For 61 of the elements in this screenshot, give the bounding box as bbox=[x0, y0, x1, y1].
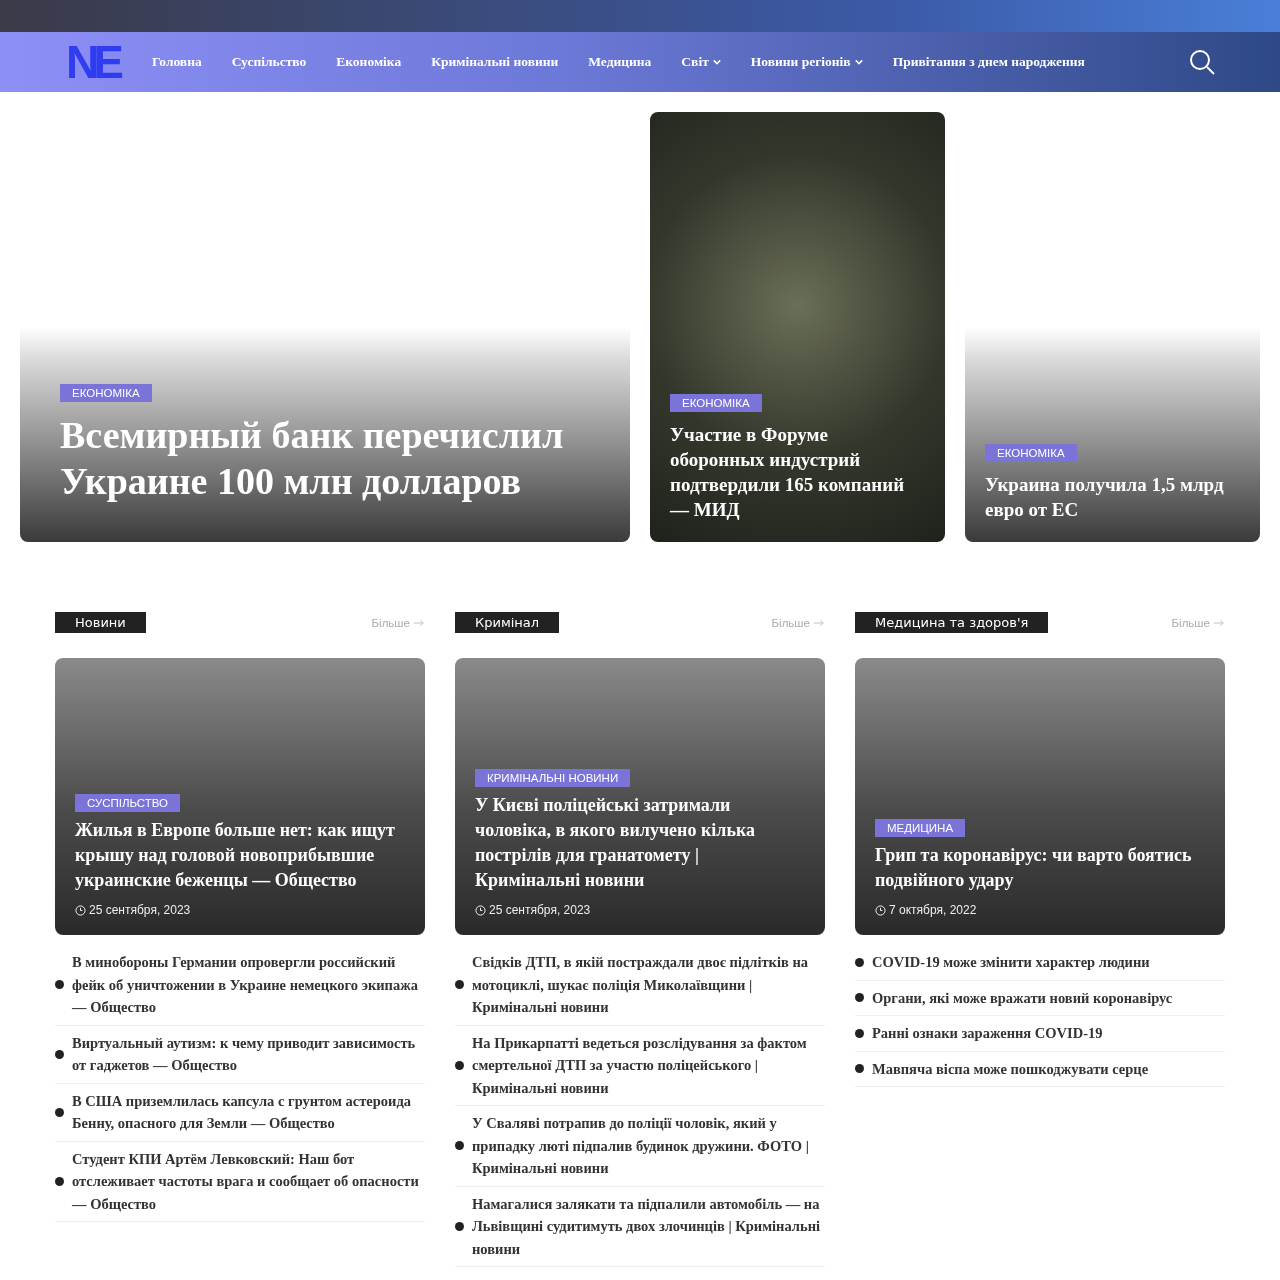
section-title: Новини bbox=[55, 612, 146, 633]
article-date: 7 октября, 2022 bbox=[889, 903, 977, 917]
chevron-down-icon bbox=[712, 59, 721, 65]
article-link[interactable]: COVID-19 може змінити характер людини bbox=[872, 951, 1150, 974]
category-tag[interactable]: ЕКОНОМІКА bbox=[985, 444, 1077, 462]
article-card[interactable]: МЕДИЦИНА Грип та коронавірус: чи варто боятись подвійного удару 7 октября, 2022 bbox=[855, 658, 1225, 935]
article-link[interactable]: На Прикарпатті ведеться розслідування за фактом смертельної ДТП за участю поліцейського | Кримінальні новини bbox=[472, 1031, 825, 1099]
bullet-icon bbox=[55, 1107, 64, 1117]
bullet-icon bbox=[55, 1176, 64, 1186]
arrow-right-icon bbox=[1214, 618, 1225, 627]
article-link[interactable]: В США приземлилась капсула с грунтом астероида Бенну, опасного для Земли — Общество bbox=[72, 1089, 425, 1135]
category-tag[interactable]: ЕКОНОМІКА bbox=[670, 394, 762, 412]
article-link[interactable]: Свідків ДТП, в якій постраждали двоє підлітків на мотоциклі, шукає поліція Миколаївщини | Кримінальні новини bbox=[472, 951, 825, 1019]
article-title[interactable]: Участие в Форуме оборонных индустрий подтвердили 165 компаний — МИД bbox=[670, 422, 925, 522]
article-link[interactable]: У Сваляві потрапив до поліції чоловік, який у припадку люті підпалив будинок дружини. ФОТО | Кримінальні новини bbox=[472, 1112, 825, 1180]
category-tag[interactable]: СУСПІЛЬСТВО bbox=[75, 794, 181, 812]
article-date: 25 сентября, 2023 bbox=[89, 903, 191, 917]
article-date: 25 сентября, 2023 bbox=[489, 903, 591, 917]
nav-link[interactable]: Привітання з днем народження bbox=[892, 54, 1085, 70]
chevron-down-icon bbox=[854, 59, 863, 65]
article-link[interactable]: Студент КПИ Артём Левковский: Наш бот отслеживает частоты врага и сообщает об опасности — Общество bbox=[72, 1147, 425, 1215]
arrow-right-icon bbox=[414, 618, 425, 627]
article-link[interactable]: Ранні ознаки зараження COVID-19 bbox=[872, 1022, 1103, 1045]
article-title[interactable]: У Києві поліцейські затримали чоловіка, в якого вилучено кілька пострілів для гранатомету | Кримінальні новини bbox=[475, 793, 805, 893]
clock-icon bbox=[875, 904, 886, 916]
clock-icon bbox=[475, 904, 486, 916]
bullet-icon bbox=[55, 1049, 64, 1059]
bullet-icon bbox=[455, 1221, 464, 1231]
clock-icon bbox=[75, 904, 86, 916]
section-title: Кримінал bbox=[455, 612, 560, 633]
article-link[interactable]: Органи, які може вражати новий коронавірус bbox=[872, 986, 1173, 1009]
article-link[interactable]: В минобороны Германии опровергли российский фейк об уничтожении в Украине немецкого экипажа — Общество bbox=[72, 951, 425, 1019]
bullet-icon bbox=[55, 980, 64, 990]
category-tag[interactable]: МЕДИЦИНА bbox=[875, 819, 966, 837]
bullet-icon bbox=[455, 980, 464, 990]
bullet-icon bbox=[455, 1141, 464, 1151]
nav-link[interactable]: Медицина bbox=[588, 54, 652, 70]
article-title[interactable]: Всемирный банк перечислил Украине 100 млн долларов bbox=[60, 412, 590, 504]
nav-link[interactable]: Новини регіонів bbox=[750, 54, 863, 70]
section-title: Медицина та здоров'я bbox=[855, 612, 1049, 633]
bullet-icon bbox=[855, 957, 864, 967]
bullet-icon bbox=[855, 993, 864, 1003]
article-title[interactable]: Грип та коронавірус: чи варто боятись подвійного удару bbox=[875, 843, 1205, 893]
article-card[interactable]: СУСПІЛЬСТВО Жилья в Европе больше нет: как ищут крышу над головой новоприбывшие украинские беженцы — Общество 25 сентября, 2023 bbox=[55, 658, 425, 935]
bullet-icon bbox=[855, 1064, 864, 1074]
category-tag[interactable]: КРИМІНАЛЬНІ НОВИНИ bbox=[475, 769, 631, 787]
article-card[interactable]: КРИМІНАЛЬНІ НОВИНИ У Києві поліцейські затримали чоловіка, в якого вилучено кілька пострілів для гранатомету | Кримінальні новини 25 сентября, 2023 bbox=[455, 658, 825, 935]
nav-link[interactable]: Світ bbox=[681, 54, 721, 70]
arrow-right-icon bbox=[814, 618, 825, 627]
article-title[interactable]: Жилья в Европе больше нет: как ищут крышу над головой новоприбывшие украинские беженцы — Общество bbox=[75, 818, 405, 893]
nav-link[interactable]: Кримінальні новини bbox=[431, 54, 559, 70]
article-title[interactable]: Украина получила 1,5 млрд евро от ЕС bbox=[985, 472, 1240, 522]
article-link[interactable]: Мавпяча віспа може пошкоджувати серце bbox=[872, 1057, 1149, 1080]
nav-link[interactable]: Економіка bbox=[336, 54, 402, 70]
article-card[interactable]: ЕКОНОМІКА Участие в Форуме оборонных индустрий подтвердили 165 компаний — МИД bbox=[650, 112, 945, 542]
article-link[interactable]: Намагалися залякати та підпалили автомобіль — на Львівщині судитимуть двох злочинців | Кримінальні новини bbox=[472, 1192, 825, 1260]
article-link[interactable]: Виртуальный аутизм: к чему приводит зависимость от гаджетов — Общество bbox=[72, 1031, 425, 1077]
bullet-icon bbox=[855, 1028, 864, 1038]
category-tag[interactable]: ЕКОНОМІКА bbox=[60, 384, 152, 402]
search-icon[interactable] bbox=[1188, 48, 1216, 76]
bullet-icon bbox=[455, 1060, 464, 1070]
